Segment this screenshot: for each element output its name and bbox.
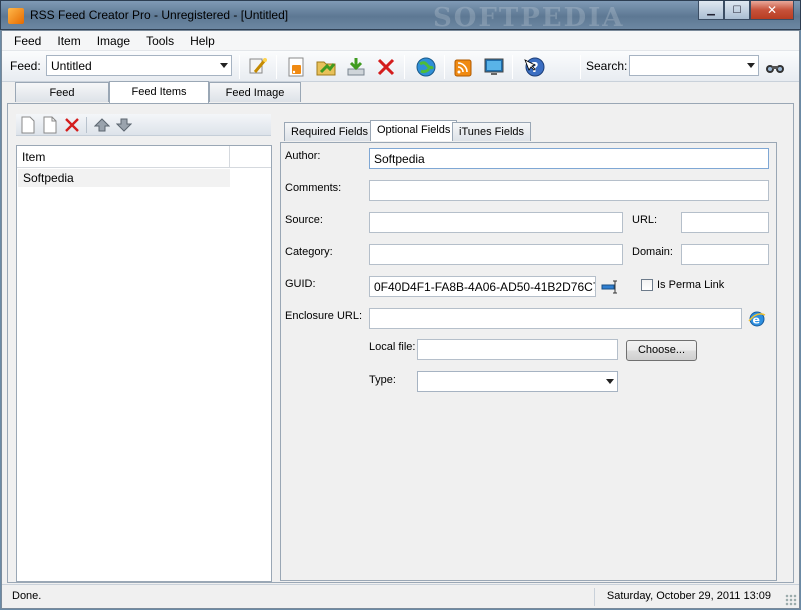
chevron-down-icon bbox=[747, 63, 755, 68]
tab-required-fields[interactable]: Required Fields bbox=[284, 122, 376, 141]
tab-feed-items[interactable]: Feed Items bbox=[109, 81, 209, 104]
comments-label: Comments: bbox=[285, 182, 342, 194]
tab-feed-image[interactable]: Feed Image bbox=[209, 82, 301, 102]
publish-rss-icon[interactable] bbox=[452, 55, 476, 79]
source-label: Source: bbox=[285, 214, 323, 226]
items-toolbar bbox=[16, 114, 271, 136]
tab-optional-fields[interactable]: Optional Fields bbox=[370, 120, 458, 141]
copy-item-icon[interactable] bbox=[42, 116, 58, 134]
menu-image[interactable]: Image bbox=[89, 31, 138, 50]
menu-help[interactable]: Help bbox=[182, 31, 223, 50]
resize-grip[interactable] bbox=[785, 594, 797, 606]
minimize-button[interactable]: ▁ bbox=[698, 1, 724, 20]
menu-feed[interactable]: Feed bbox=[6, 31, 49, 50]
feed-label: Feed: bbox=[10, 59, 41, 73]
url-label: URL: bbox=[632, 214, 658, 226]
tab-itunes-fields[interactable]: iTunes Fields bbox=[452, 122, 532, 141]
feed-select[interactable]: Untitled bbox=[46, 55, 232, 76]
type-select[interactable] bbox=[417, 371, 618, 392]
guid-label: GUID: bbox=[285, 278, 316, 290]
tab-feed[interactable]: Feed bbox=[15, 82, 109, 102]
author-label: Author: bbox=[285, 150, 321, 162]
column-header-item[interactable]: Item bbox=[17, 146, 230, 168]
local-file-label: Local file: bbox=[369, 341, 416, 353]
search-label: Search: bbox=[586, 59, 628, 73]
domain-field[interactable] bbox=[681, 244, 769, 265]
status-bar: Done. Saturday, October 29, 2011 13:09 bbox=[2, 584, 799, 608]
feed-select-value: Untitled bbox=[51, 59, 92, 73]
close-button[interactable]: ✕ bbox=[750, 1, 794, 20]
rss-app-icon bbox=[8, 8, 24, 24]
menu-bar: Feed Item Image Tools Help bbox=[2, 31, 799, 51]
status-datetime: Saturday, October 29, 2011 13:09 bbox=[606, 590, 771, 602]
wizard-icon[interactable] bbox=[246, 55, 270, 79]
items-list[interactable]: Item Softpedia bbox=[16, 145, 272, 582]
menu-tools[interactable]: Tools bbox=[138, 31, 182, 50]
download-feed-icon[interactable] bbox=[344, 55, 368, 79]
generate-guid-icon[interactable] bbox=[601, 280, 619, 294]
delete-icon[interactable] bbox=[374, 55, 398, 79]
author-field[interactable]: Softpedia bbox=[369, 148, 769, 169]
feed-items-panel: Item Softpedia Required Fields Optional … bbox=[7, 103, 794, 583]
enclosure-url-field[interactable] bbox=[369, 308, 742, 329]
category-label: Category: bbox=[285, 246, 333, 258]
help-icon[interactable]: ? bbox=[522, 55, 546, 79]
list-item[interactable]: Softpedia bbox=[18, 169, 230, 187]
globe-icon[interactable] bbox=[414, 55, 438, 79]
open-feed-icon[interactable] bbox=[314, 55, 338, 79]
choose-button[interactable]: Choose... bbox=[626, 340, 697, 361]
chevron-down-icon bbox=[220, 63, 228, 68]
new-feed-icon[interactable] bbox=[284, 55, 308, 79]
domain-label: Domain: bbox=[632, 246, 673, 258]
monitor-icon[interactable] bbox=[482, 55, 506, 79]
main-tabs: Feed Feed Items Feed Image bbox=[2, 81, 799, 104]
binoculars-icon[interactable] bbox=[763, 55, 787, 79]
main-toolbar: Feed: Untitled Search: bbox=[2, 51, 799, 82]
type-label: Type: bbox=[369, 374, 396, 386]
comments-field[interactable] bbox=[369, 180, 769, 201]
title-bar: RSS Feed Creator Pro - Unregistered - [U… bbox=[0, 0, 801, 33]
category-field[interactable] bbox=[369, 244, 623, 265]
window-title: RSS Feed Creator Pro - Unregistered - [U… bbox=[30, 8, 289, 22]
maximize-button[interactable]: ☐ bbox=[724, 1, 750, 20]
enclosure-url-label: Enclosure URL: bbox=[285, 310, 363, 322]
url-field[interactable] bbox=[681, 212, 769, 233]
watermark: SOFTPEDIA bbox=[433, 3, 625, 33]
internet-explorer-icon[interactable]: e bbox=[748, 310, 766, 328]
new-item-icon[interactable] bbox=[20, 116, 36, 134]
status-text: Done. bbox=[12, 590, 42, 602]
chevron-down-icon bbox=[606, 379, 614, 384]
list-header: Item bbox=[17, 146, 271, 168]
move-up-icon[interactable] bbox=[94, 117, 110, 133]
menu-item[interactable]: Item bbox=[49, 31, 88, 50]
perma-link-checkbox[interactable] bbox=[641, 279, 653, 291]
perma-link-label: Is Perma Link bbox=[657, 279, 725, 291]
move-down-icon[interactable] bbox=[116, 117, 132, 133]
search-input[interactable] bbox=[629, 55, 759, 76]
local-file-field[interactable] bbox=[417, 339, 618, 360]
delete-item-icon[interactable] bbox=[64, 117, 80, 133]
source-field[interactable] bbox=[369, 212, 623, 233]
guid-field[interactable]: 0F40D4F1-FA8B-4A06-AD50-41B2D76C7291 bbox=[369, 276, 596, 297]
optional-fields-panel: Author: Softpedia Comments: Source: URL:… bbox=[280, 142, 777, 581]
app-client: Feed Item Image Tools Help Feed: Untitle… bbox=[1, 30, 800, 609]
